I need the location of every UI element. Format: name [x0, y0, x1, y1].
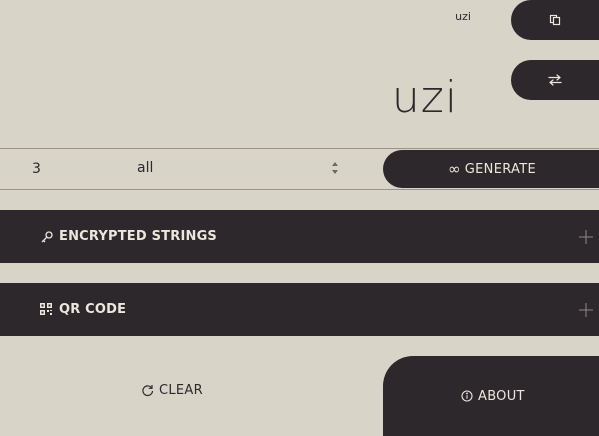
- count-input[interactable]: [0, 149, 110, 189]
- key-icon: [40, 230, 54, 244]
- about-label: ABOUT: [478, 388, 525, 404]
- mode-select[interactable]: all: [110, 149, 350, 189]
- clear-label: CLEAR: [159, 382, 203, 398]
- select-arrows-icon: [330, 160, 340, 176]
- section-encrypted-strings[interactable]: ENCRYPTED STRINGS: [0, 210, 599, 263]
- expand-plus-icon[interactable]: [579, 229, 593, 244]
- expand-plus-icon[interactable]: [579, 302, 593, 317]
- swap-arrows-icon: [548, 74, 562, 86]
- control-row: all ∞ GENERATE: [0, 148, 599, 190]
- refresh-icon: [141, 384, 154, 397]
- info-icon: [461, 390, 473, 402]
- mode-select-value: all: [137, 160, 154, 176]
- clear-button[interactable]: CLEAR: [141, 380, 203, 400]
- qr-code-icon: [40, 302, 54, 317]
- infinity-icon: ∞: [448, 160, 461, 178]
- copy-button[interactable]: [511, 0, 599, 40]
- section-label: QR CODE: [59, 302, 127, 317]
- section-label: ENCRYPTED STRINGS: [59, 229, 217, 244]
- generate-button[interactable]: ∞ GENERATE: [383, 150, 599, 188]
- app-title: uzi: [391, 72, 459, 123]
- swap-button[interactable]: [511, 60, 599, 100]
- generate-label: GENERATE: [464, 161, 536, 177]
- header-small-label: uzi: [455, 10, 471, 23]
- copy-icon: [549, 14, 561, 26]
- about-button[interactable]: ABOUT: [383, 356, 599, 436]
- section-qr-code[interactable]: QR CODE: [0, 283, 599, 336]
